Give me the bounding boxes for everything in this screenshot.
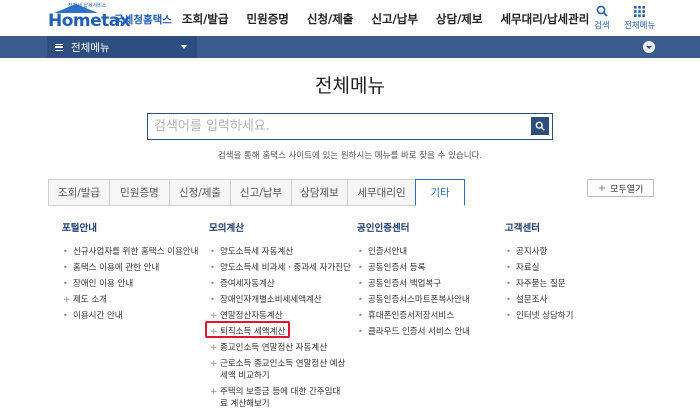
location-bar: 전체메뉴 (0, 36, 700, 58)
list-item[interactable]: 주택의 보증금 등에 대한 간주임대료 계산해보기 (209, 384, 347, 412)
list-item[interactable]: 제도 소개 (62, 292, 192, 308)
list-item[interactable]: 양도소득세 비과세 · 중과세 자가진단 (209, 260, 351, 276)
column-customer-center: 고객센터 공지사항 자료실 자주묻는 질문 설문조사 인터넷 상담하기 (505, 220, 635, 324)
open-all-button[interactable]: + 모두열기 (587, 179, 654, 197)
list-item[interactable]: 공지사항 (505, 244, 635, 260)
column-portal-guide: 포털안내 신규사업자를 위한 홈택스 이용안내 홈택스 이용에 관한 안내 장애… (62, 220, 198, 324)
menu-search-input[interactable] (154, 117, 524, 136)
tab-report[interactable]: 신고/납부 (230, 179, 291, 206)
bullet-icon (63, 244, 68, 260)
plus-icon (210, 340, 218, 356)
menu-search-box (147, 113, 553, 140)
plus-icon (210, 386, 218, 398)
top-header: 전자세 납세서비스 Hometax 국세청홈택스 조회/발급 민원증명 신청/제… (0, 0, 700, 36)
bullet-icon (210, 244, 215, 260)
list-item[interactable]: 인증서안내 (357, 244, 487, 260)
list-item[interactable]: 근로소득 종교인소득 연말정산 예상세액 비교하기 (209, 356, 347, 384)
logo-mark: 전자세 납세서비스 Hometax (48, 3, 131, 31)
page-title: 전체메뉴 (315, 75, 385, 97)
list-item[interactable]: 이용시간 안내 (62, 308, 192, 324)
bullet-icon (506, 260, 511, 276)
column-heading[interactable]: 모의계산 (209, 220, 349, 234)
list-item[interactable]: 증여세자동계산 (209, 276, 349, 292)
gnb-item-report[interactable]: 신고/납부 (371, 11, 418, 27)
gnb-item-inquiry[interactable]: 조회/발급 (182, 11, 229, 27)
column-heading[interactable]: 고객센터 (505, 220, 635, 234)
bullet-icon (63, 276, 68, 292)
highlight-box (205, 321, 290, 338)
bullet-icon (63, 260, 68, 276)
bullet-icon (506, 308, 511, 324)
top-search-button[interactable]: 검색 (594, 4, 610, 31)
list-item[interactable]: 클라우드 인증서 서비스 안내 (357, 324, 487, 340)
search-icon (535, 121, 545, 131)
top-allmenu-button[interactable]: 전체메뉴 (624, 4, 655, 31)
bullet-icon (358, 324, 363, 340)
category-tabs: 조회/발급 민원증명 신청/제출 신고/납부 상담제보 세무대리인 기타 (48, 179, 465, 206)
bullet-icon (358, 292, 363, 308)
top-allmenu-label: 전체메뉴 (624, 21, 656, 31)
bullet-icon (358, 244, 363, 260)
location-current: 전체메뉴 (71, 41, 110, 54)
list-item[interactable]: 공동인증서 백업복구 (357, 276, 487, 292)
list-item[interactable]: 공동인증서스마트폰복사안내 (357, 292, 487, 308)
list-item[interactable]: 설문조사 (505, 292, 635, 308)
list-item[interactable]: 홈택스 이용에 관한 안내 (62, 260, 192, 276)
caret-down-icon (181, 45, 187, 49)
plus-icon: + (597, 182, 607, 194)
tab-etc[interactable]: 기타 (415, 179, 465, 206)
list-item[interactable]: 장애인자개별소비세세액계산 (209, 292, 349, 308)
tab-agent[interactable]: 세무대리인 (347, 179, 415, 206)
gnb-item-apply[interactable]: 신청/제출 (307, 11, 354, 27)
search-icon (596, 4, 608, 18)
hometax-logo[interactable]: 전자세 납세서비스 Hometax 국세청홈택스 (48, 3, 172, 31)
location-expand-button[interactable] (643, 41, 655, 53)
list-item[interactable]: 인터넷 상담하기 (505, 308, 635, 324)
grid-menu-icon (634, 4, 646, 18)
list-item[interactable]: 자주묻는 질문 (505, 276, 635, 292)
column-mock-calculation: 모의계산 양도소득세 자동계산 양도소득세 비과세 · 중과세 자가진단 증여세… (209, 220, 351, 412)
chevron-down-icon (646, 46, 652, 49)
menu-search-button[interactable] (531, 117, 549, 135)
list-item[interactable]: 휴대폰인증서저장서비스 (357, 308, 487, 324)
list-item[interactable]: 신규사업자를 위한 홈택스 이용안내 (62, 244, 198, 260)
gnb-item-agent[interactable]: 세무대리/납세관리 (500, 11, 589, 27)
column-heading[interactable]: 공인인증센터 (357, 220, 487, 234)
logo-tagline: 전자세 납세서비스 (68, 3, 107, 9)
gnb-item-certificate[interactable]: 민원증명 (247, 11, 289, 27)
hamburger-icon (55, 43, 63, 51)
bullet-icon (506, 276, 511, 292)
column-certificate-center: 공인인증센터 인증서안내 공동인증서 등록 공동인증서 백업복구 공동인증서스마… (357, 220, 487, 340)
open-all-label: 모두열기 (610, 184, 644, 195)
bullet-icon (210, 260, 215, 276)
list-item[interactable]: 양도소득세 자동계산 (209, 244, 349, 260)
bullet-icon (210, 276, 215, 292)
tab-consult[interactable]: 상담제보 (291, 179, 347, 206)
tab-inquiry[interactable]: 조회/발급 (48, 179, 109, 206)
plus-icon (63, 292, 71, 308)
column-heading[interactable]: 포털안내 (62, 220, 192, 234)
tab-certificate[interactable]: 민원증명 (109, 179, 169, 206)
list-item[interactable]: 장애인 이용 안내 (62, 276, 192, 292)
top-search-label: 검색 (594, 21, 610, 31)
tab-apply[interactable]: 신청/제출 (169, 179, 230, 206)
list-item[interactable]: 자료실 (505, 260, 635, 276)
bullet-icon (210, 292, 215, 308)
logo-wordmark: Hometax (48, 11, 131, 31)
list-item[interactable]: 공동인증서 등록 (357, 260, 487, 276)
bullet-icon (506, 292, 511, 308)
search-hint: 검색을 통해 홈택스 사이트에 있는 원하시는 메뉴를 바로 찾을 수 있습니다… (217, 151, 483, 161)
list-item[interactable]: 종교인소득 연말정산 자동계산 (209, 340, 349, 356)
global-nav: 조회/발급 민원증명 신청/제출 신고/납부 상담/제보 세무대리/납세관리 (182, 11, 607, 27)
bullet-icon (63, 308, 68, 324)
bullet-icon (506, 244, 511, 260)
bullet-icon (358, 276, 363, 292)
bullet-icon (358, 308, 363, 324)
bullet-icon (358, 260, 363, 276)
location-dropdown[interactable]: 전체메뉴 (47, 36, 197, 58)
plus-icon (210, 358, 218, 370)
gnb-item-consult[interactable]: 상담/제보 (436, 11, 483, 27)
